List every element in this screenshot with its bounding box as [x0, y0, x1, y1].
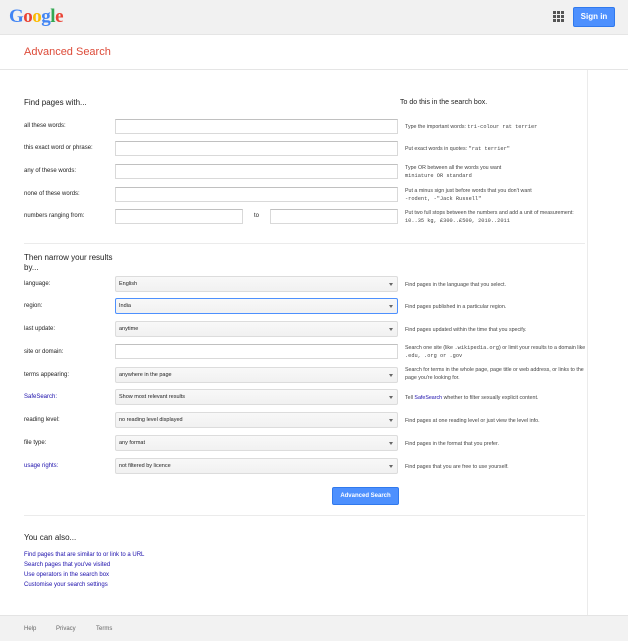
usage-rights-link[interactable]: usage rights:: [24, 463, 58, 469]
footer-terms-link[interactable]: Terms: [96, 626, 112, 632]
chevron-down-icon: [389, 283, 393, 286]
safesearch-select[interactable]: Show most relevant results: [115, 389, 398, 405]
top-bar: [0, 0, 628, 35]
usage-rights-select[interactable]: not filtered by licence: [115, 458, 398, 474]
range-to-input[interactable]: [270, 209, 398, 224]
chevron-down-icon: [389, 396, 393, 399]
advanced-search-button[interactable]: Advanced Search: [332, 487, 399, 505]
footer-help-link[interactable]: Help: [24, 626, 36, 632]
safesearch-link[interactable]: SafeSearch:: [24, 394, 57, 400]
site-domain-input[interactable]: [115, 344, 398, 359]
safesearch-hint: Tell SafeSearch whether to filter sexual…: [405, 395, 539, 401]
last-update-label: last update:: [24, 326, 56, 332]
language-hint: Find pages in the language that you sele…: [405, 282, 507, 288]
chevron-down-icon: [389, 328, 393, 331]
section-divider: [24, 515, 585, 516]
all-words-hint: Type the important words: tri-colour rat…: [405, 124, 538, 130]
region-label: region:: [24, 303, 43, 309]
region-select[interactable]: India: [115, 298, 398, 314]
file-type-hint: Find pages in the format that you prefer…: [405, 441, 499, 447]
region-hint: Find pages published in a particular reg…: [405, 304, 507, 310]
usage-rights-value: not filtered by licence: [119, 463, 171, 469]
language-label: language:: [24, 281, 51, 287]
page-title: Advanced Search: [24, 46, 111, 58]
none-words-input[interactable]: [115, 187, 398, 202]
divider: [587, 70, 588, 615]
file-type-label: file type:: [24, 440, 47, 446]
narrow-results-heading: Then narrow your results by...: [24, 253, 113, 272]
reading-level-value: no reading level displayed: [119, 417, 183, 423]
reading-level-select[interactable]: no reading level displayed: [115, 412, 398, 428]
language-select[interactable]: English: [115, 276, 398, 292]
chevron-down-icon: [389, 419, 393, 422]
logo-letter: e: [55, 6, 63, 27]
last-update-value: anytime: [119, 326, 139, 332]
file-type-select[interactable]: any format: [115, 435, 398, 451]
all-words-input[interactable]: [115, 119, 398, 134]
region-value: India: [119, 303, 131, 309]
range-from-input[interactable]: [115, 209, 243, 224]
any-words-input[interactable]: [115, 164, 398, 179]
logo-letter: G: [9, 6, 24, 27]
range-to-label: to: [254, 213, 260, 219]
chevron-down-icon: [389, 442, 393, 445]
none-words-label: none of these words:: [24, 191, 80, 197]
last-update-hint: Find pages updated within the time that …: [405, 327, 527, 333]
logo-letter: o: [23, 6, 33, 27]
apps-grid-icon[interactable]: [553, 11, 564, 22]
similar-pages-link[interactable]: Find pages that are similar to or link t…: [24, 552, 144, 558]
any-words-hint: Type OR between all the words you want mi…: [405, 165, 502, 179]
file-type-value: any format: [119, 440, 145, 446]
reading-level-hint: Find pages at one reading level or just …: [405, 418, 540, 424]
site-domain-label: site or domain:: [24, 349, 64, 355]
operators-link[interactable]: Use operators in the search box: [24, 572, 109, 578]
search-settings-link[interactable]: Customise your search settings: [24, 582, 108, 588]
terms-appearing-value: anywhere in the page: [119, 372, 172, 378]
none-words-hint: Put a minus sign just before words that …: [405, 188, 532, 202]
safesearch-hint-link[interactable]: SafeSearch: [414, 395, 442, 401]
usage-rights-hint: Find pages that you are free to use your…: [405, 464, 509, 470]
find-pages-heading: Find pages with...: [24, 98, 87, 107]
terms-appearing-select[interactable]: anywhere in the page: [115, 367, 398, 383]
all-words-label: all these words:: [24, 123, 66, 129]
reading-level-label: reading level:: [24, 417, 60, 423]
logo-letter: g: [41, 6, 51, 27]
any-words-label: any of these words:: [24, 168, 77, 174]
number-range-hint: Put two full stops between the numbers a…: [405, 210, 574, 224]
safesearch-value: Show most relevant results: [119, 394, 186, 400]
exact-phrase-hint: Put exact words in quotes: "rat terrier": [405, 146, 510, 152]
search-box-hint-heading: To do this in the search box.: [400, 99, 488, 106]
google-logo[interactable]: Google: [9, 6, 63, 28]
last-update-select[interactable]: anytime: [115, 321, 398, 337]
language-value: English: [119, 281, 138, 287]
sign-in-button[interactable]: Sign in: [573, 7, 615, 27]
exact-phrase-label: this exact word or phrase:: [24, 145, 93, 151]
footer: [0, 615, 628, 641]
you-can-also-heading: You can also...: [24, 533, 77, 542]
number-range-label: numbers ranging from:: [24, 213, 85, 219]
chevron-down-icon: [389, 305, 393, 308]
chevron-down-icon: [389, 374, 393, 377]
section-divider: [24, 243, 585, 244]
visited-pages-link[interactable]: Search pages that you've visited: [24, 562, 110, 568]
site-domain-hint: Search one site (like .wikipedia.org) or…: [405, 345, 586, 359]
terms-appearing-hint: Search for terms in the whole page, page…: [405, 367, 584, 381]
logo-letter: o: [32, 6, 42, 27]
terms-appearing-label: terms appearing:: [24, 372, 70, 378]
exact-phrase-input[interactable]: [115, 141, 398, 156]
footer-privacy-link[interactable]: Privacy: [56, 626, 76, 632]
chevron-down-icon: [389, 465, 393, 468]
